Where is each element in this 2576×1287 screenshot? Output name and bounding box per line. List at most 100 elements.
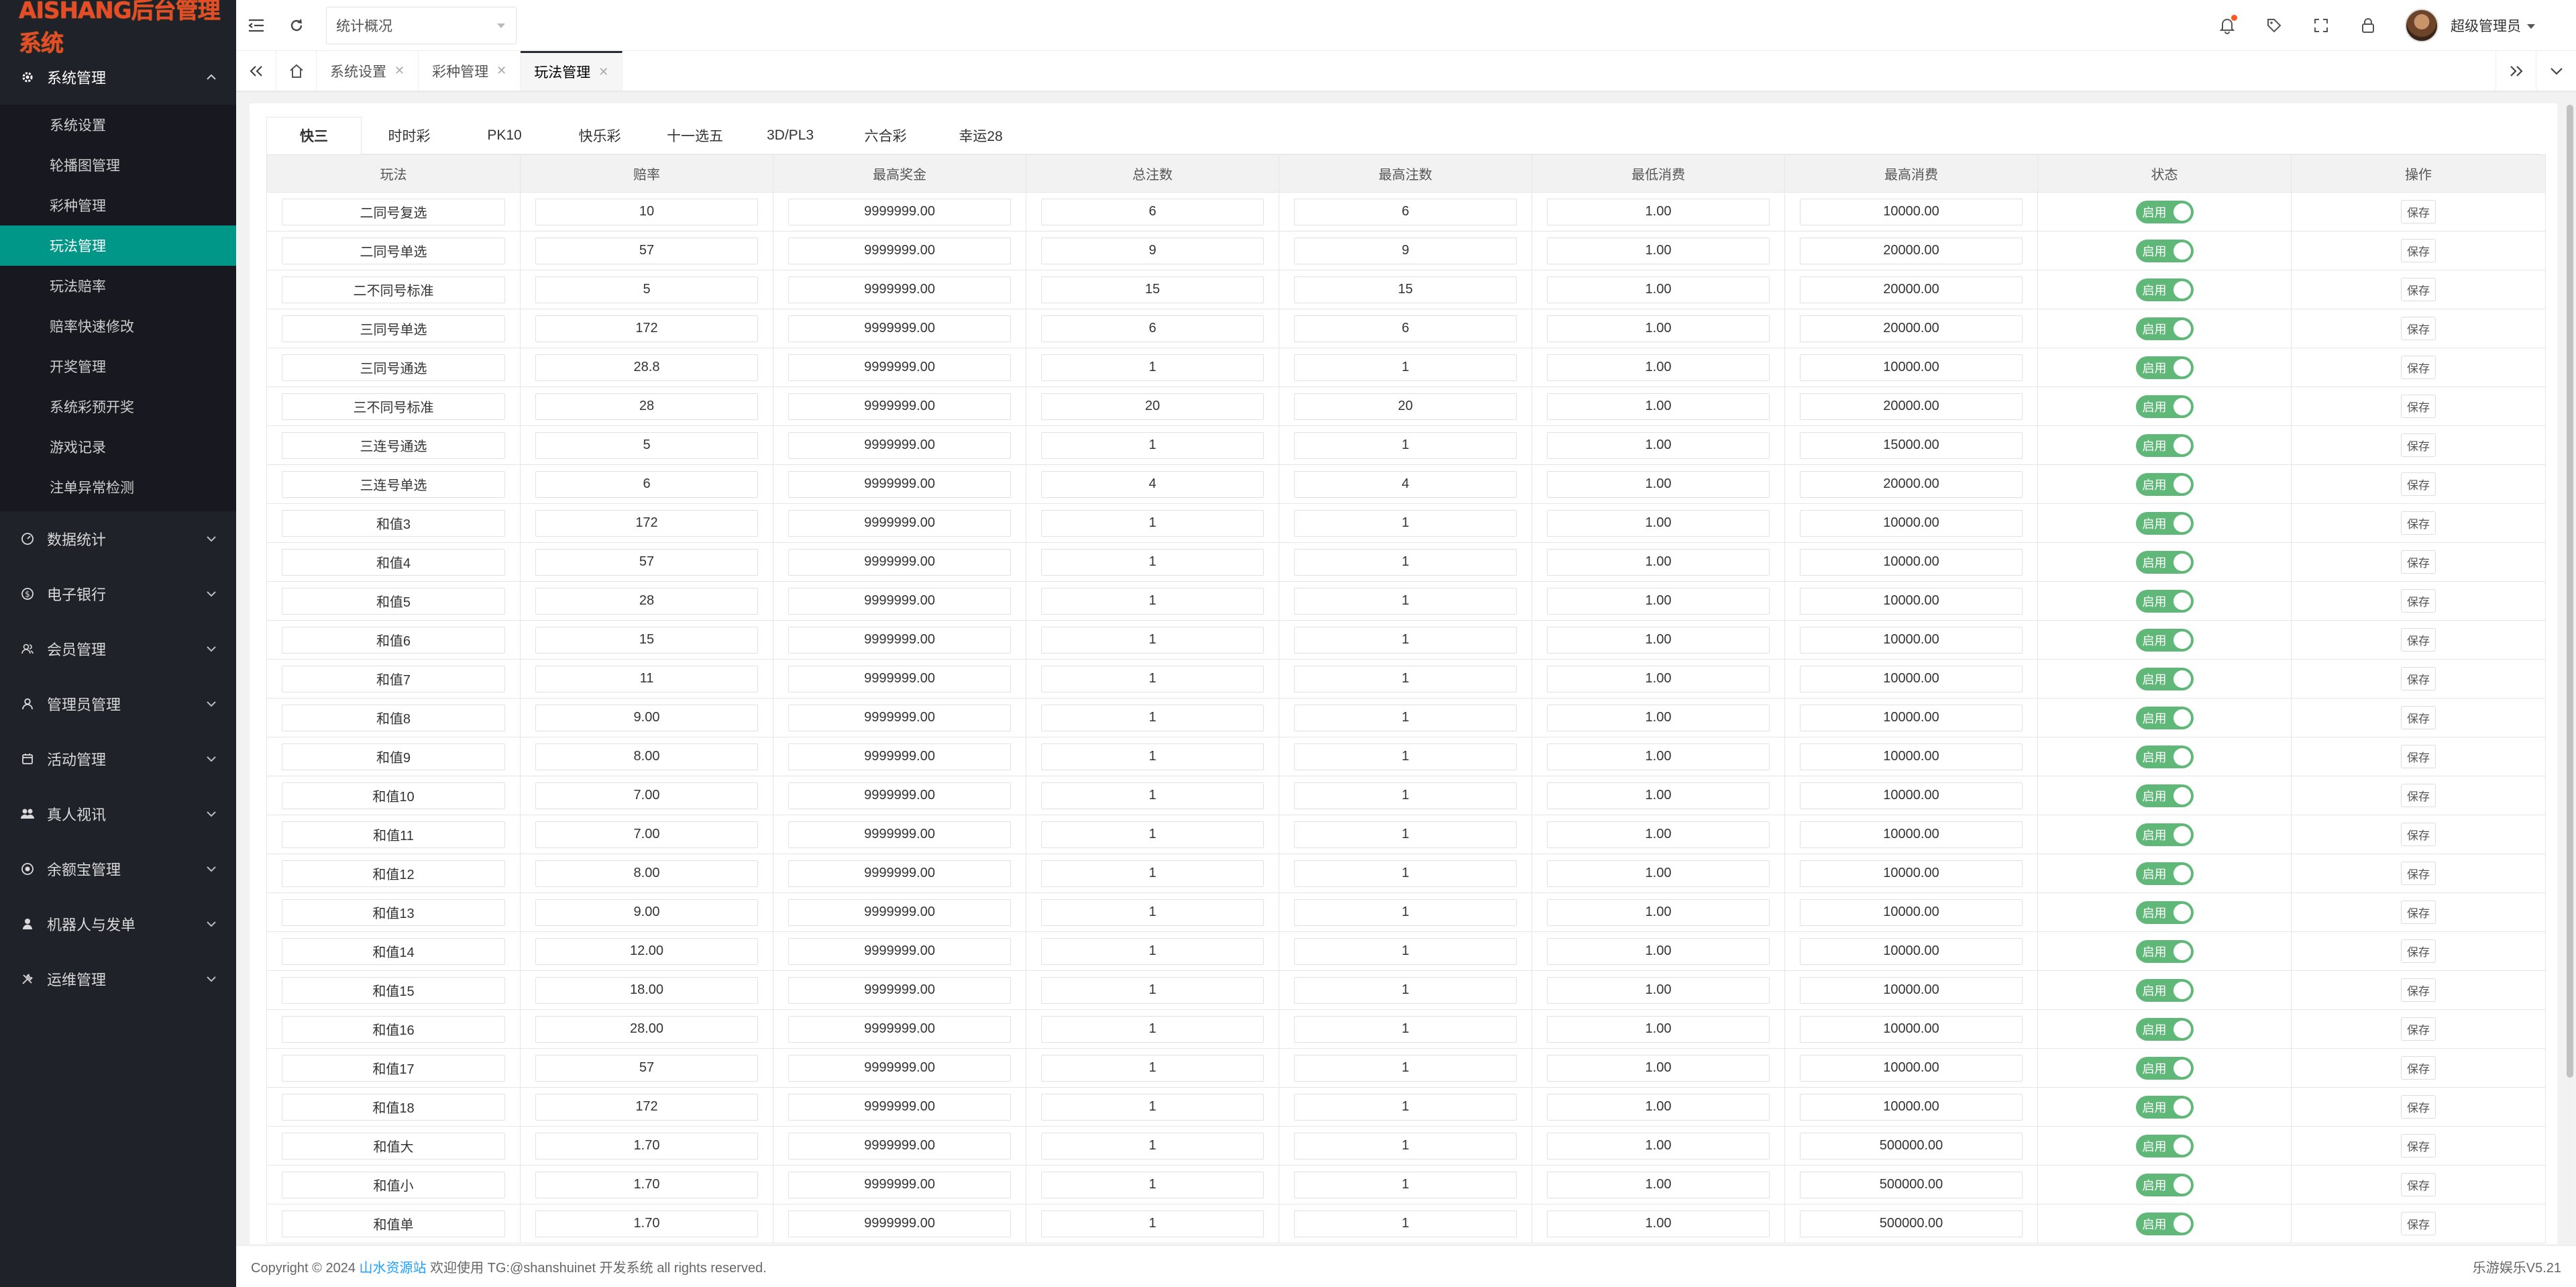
cell-input[interactable]: 三不同号标准 xyxy=(282,393,505,420)
sidebar-group-3[interactable]: 会员管理 xyxy=(0,621,236,676)
status-toggle[interactable]: 启用 xyxy=(2135,706,2194,729)
sidebar-item[interactable]: 玩法管理 xyxy=(0,225,236,266)
cell-input[interactable]: 和值7 xyxy=(282,665,505,692)
game-tab[interactable]: 六合彩 xyxy=(838,117,933,154)
status-toggle[interactable]: 启用 xyxy=(2135,472,2194,496)
save-button[interactable]: 保存 xyxy=(2401,1134,2436,1157)
status-toggle[interactable]: 启用 xyxy=(2135,784,2194,807)
cell-input[interactable]: 9999999.00 xyxy=(788,1054,1011,1082)
cell-input[interactable]: 1.00 xyxy=(1547,354,1770,381)
cell-input[interactable]: 1 xyxy=(1294,548,1517,576)
cell-input[interactable]: 9999999.00 xyxy=(788,198,1011,225)
status-toggle[interactable]: 启用 xyxy=(2135,433,2194,457)
sidebar-group-1[interactable]: 数据统计 xyxy=(0,511,236,566)
cell-input[interactable]: 9999999.00 xyxy=(788,1171,1011,1198)
cell-input[interactable]: 1.00 xyxy=(1547,821,1770,848)
save-button[interactable]: 保存 xyxy=(2401,356,2436,379)
save-button[interactable]: 保存 xyxy=(2401,900,2436,924)
cell-input[interactable]: 1.00 xyxy=(1547,1093,1770,1121)
cell-input[interactable]: 1.00 xyxy=(1547,704,1770,731)
status-toggle[interactable]: 启用 xyxy=(2135,900,2194,924)
cell-input[interactable]: 和值3 xyxy=(282,509,505,537)
cell-input[interactable]: 10 xyxy=(535,198,758,225)
sidebar-item[interactable]: 游戏记录 xyxy=(0,427,236,467)
sidebar-group-2[interactable]: $ 电子银行 xyxy=(0,566,236,621)
cell-input[interactable]: 1.00 xyxy=(1547,860,1770,887)
status-toggle[interactable]: 启用 xyxy=(2135,862,2194,885)
cell-input[interactable]: 15 xyxy=(535,626,758,654)
cell-input[interactable]: 1 xyxy=(1041,1210,1264,1237)
status-toggle[interactable]: 启用 xyxy=(2135,1056,2194,1080)
cell-input[interactable]: 和值8 xyxy=(282,704,505,731)
cell-input[interactable]: 9999999.00 xyxy=(788,354,1011,381)
tag-icon[interactable] xyxy=(2251,0,2298,51)
cell-input[interactable]: 1 xyxy=(1041,782,1264,809)
cell-input[interactable]: 500000.00 xyxy=(1800,1171,2023,1198)
cell-input[interactable]: 1.00 xyxy=(1547,1210,1770,1237)
cell-input[interactable]: 9999999.00 xyxy=(788,704,1011,731)
save-button[interactable]: 保存 xyxy=(2401,706,2436,729)
save-button[interactable]: 保存 xyxy=(2401,823,2436,846)
cell-input[interactable]: 9999999.00 xyxy=(788,315,1011,342)
cell-input[interactable]: 和值11 xyxy=(282,821,505,848)
cell-input[interactable]: 9999999.00 xyxy=(788,548,1011,576)
cell-input[interactable]: 1 xyxy=(1041,1132,1264,1160)
cell-input[interactable]: 9999999.00 xyxy=(788,276,1011,303)
cell-input[interactable]: 1 xyxy=(1294,509,1517,537)
cell-input[interactable]: 10000.00 xyxy=(1800,976,2023,1004)
cell-input[interactable]: 9999999.00 xyxy=(788,237,1011,264)
save-button[interactable]: 保存 xyxy=(2401,784,2436,807)
cell-input[interactable]: 1 xyxy=(1041,743,1264,770)
cell-input[interactable]: 10000.00 xyxy=(1800,626,2023,654)
cell-input[interactable]: 6 xyxy=(1294,315,1517,342)
cell-input[interactable]: 1 xyxy=(1294,1054,1517,1082)
cell-input[interactable]: 和值17 xyxy=(282,1054,505,1082)
cell-input[interactable]: 1 xyxy=(1294,354,1517,381)
close-icon[interactable]: ✕ xyxy=(496,64,506,78)
cell-input[interactable]: 1 xyxy=(1041,431,1264,459)
cell-input[interactable]: 1 xyxy=(1041,898,1264,926)
cell-input[interactable]: 9999999.00 xyxy=(788,898,1011,926)
cell-input[interactable]: 57 xyxy=(535,548,758,576)
cell-input[interactable]: 1.70 xyxy=(535,1210,758,1237)
game-tab[interactable]: 时时彩 xyxy=(362,117,457,154)
save-button[interactable]: 保存 xyxy=(2401,550,2436,574)
cell-input[interactable]: 6 xyxy=(1294,198,1517,225)
cell-input[interactable]: 10000.00 xyxy=(1800,665,2023,692)
status-toggle[interactable]: 启用 xyxy=(2135,628,2194,652)
cell-input[interactable]: 9999999.00 xyxy=(788,431,1011,459)
sidebar-item[interactable]: 开奖管理 xyxy=(0,346,236,387)
save-button[interactable]: 保存 xyxy=(2401,1173,2436,1196)
cell-input[interactable]: 10000.00 xyxy=(1800,860,2023,887)
cell-input[interactable]: 1 xyxy=(1294,1093,1517,1121)
cell-input[interactable]: 和值10 xyxy=(282,782,505,809)
cell-input[interactable]: 和值14 xyxy=(282,937,505,965)
sidebar-item[interactable]: 系统设置 xyxy=(0,105,236,145)
cell-input[interactable]: 三连号通选 xyxy=(282,431,505,459)
cell-input[interactable]: 1 xyxy=(1294,587,1517,615)
cell-input[interactable]: 三同号单选 xyxy=(282,315,505,342)
cell-input[interactable]: 和值4 xyxy=(282,548,505,576)
sidebar-item[interactable]: 注单异常检测 xyxy=(0,467,236,507)
cell-input[interactable]: 20000.00 xyxy=(1800,393,2023,420)
cell-input[interactable]: 1.00 xyxy=(1547,626,1770,654)
save-button[interactable]: 保存 xyxy=(2401,628,2436,652)
cell-input[interactable]: 6 xyxy=(1041,198,1264,225)
user-menu[interactable]: 超级管理员 xyxy=(2451,15,2536,36)
cell-input[interactable]: 和值大 xyxy=(282,1132,505,1160)
game-tab[interactable]: 幸运28 xyxy=(933,117,1028,154)
cell-input[interactable]: 18.00 xyxy=(535,976,758,1004)
cell-input[interactable]: 1.00 xyxy=(1547,198,1770,225)
cell-input[interactable]: 1 xyxy=(1041,354,1264,381)
cell-input[interactable]: 1.00 xyxy=(1547,743,1770,770)
cell-input[interactable]: 20 xyxy=(1294,393,1517,420)
cell-input[interactable]: 10000.00 xyxy=(1800,898,2023,926)
page-tab[interactable]: 系统设置 ✕ xyxy=(317,51,419,91)
cell-input[interactable]: 1.00 xyxy=(1547,665,1770,692)
cell-input[interactable]: 1 xyxy=(1041,937,1264,965)
sidebar-group-4[interactable]: 管理员管理 xyxy=(0,676,236,731)
game-tab[interactable]: 3D/PL3 xyxy=(743,117,838,154)
cell-input[interactable]: 9999999.00 xyxy=(788,470,1011,498)
cell-input[interactable]: 1.00 xyxy=(1547,509,1770,537)
cell-input[interactable]: 10000.00 xyxy=(1800,1015,2023,1043)
